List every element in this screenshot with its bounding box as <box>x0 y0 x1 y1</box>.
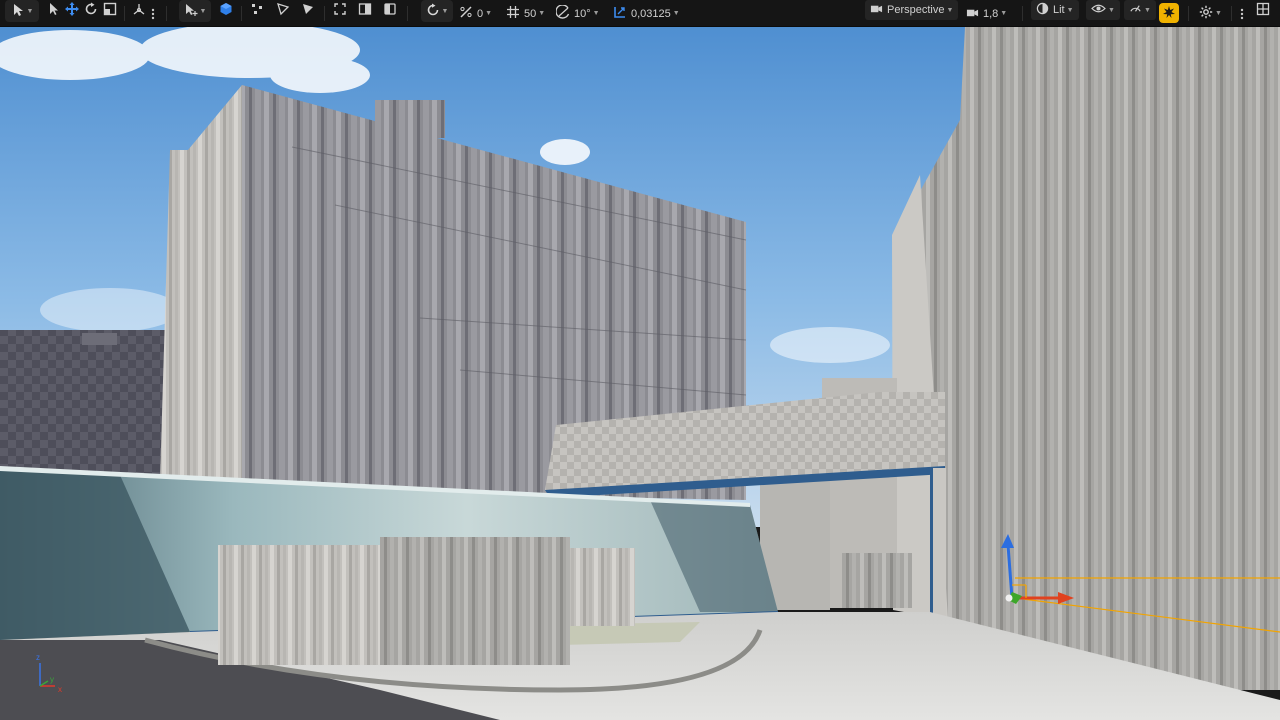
camera-speed-icon <box>966 6 979 22</box>
performance-dropdown[interactable]: ▼ <box>1124 0 1156 20</box>
select-faces-button[interactable] <box>299 0 317 20</box>
toolbar-divider <box>166 6 167 21</box>
eye-icon <box>1091 2 1106 18</box>
rotate-icon <box>84 2 98 19</box>
frame-button[interactable] <box>331 0 349 20</box>
lit-sphere-icon <box>1036 2 1049 18</box>
edge-select-icon <box>276 2 290 19</box>
chevron-down-icon: ▼ <box>672 10 680 17</box>
chevron-down-icon: ▼ <box>485 10 493 17</box>
grid-icon <box>506 5 520 22</box>
toolbar-divider <box>1231 6 1232 21</box>
more-options-icon[interactable] <box>148 0 158 27</box>
chevron-down-icon: ▼ <box>441 7 449 15</box>
face-select-icon <box>301 2 315 19</box>
roof-unit <box>375 100 445 138</box>
select-mode-dropdown[interactable]: ▼ <box>5 0 39 22</box>
half-fill-icon <box>383 2 397 19</box>
split-view-button[interactable] <box>356 0 374 20</box>
grid-snap-control[interactable]: 50 ▼ <box>506 0 545 27</box>
show-flags-dropdown[interactable]: ▼ <box>1086 0 1120 20</box>
rotation-snap-toggle[interactable]: ▼ <box>421 0 453 22</box>
viewport-toolbar: ▼ ▼ ▼ 0 ▼ 50 ▼ 10° ▼ 0,03125 ▼ Perspecti… <box>0 0 1280 27</box>
axis-widget-icon <box>132 2 146 19</box>
chevron-down-icon: ▼ <box>199 7 207 15</box>
lit-mode-label: Lit <box>1053 4 1065 16</box>
scale-snap-control[interactable]: 0,03125 ▼ <box>613 0 680 27</box>
level-viewport[interactable]: z x y <box>0 27 1280 720</box>
layout-button[interactable] <box>1254 0 1272 20</box>
select-tool-button[interactable] <box>44 0 62 20</box>
angle-snap-value: 10° <box>574 7 591 20</box>
surface-snap-value: 0 <box>477 7 484 20</box>
settings-dropdown[interactable]: ▼ <box>1199 0 1222 27</box>
chevron-down-icon: ▼ <box>1144 6 1151 14</box>
frame-corners-icon <box>333 2 347 19</box>
scale-icon <box>103 2 117 19</box>
gauge-icon <box>1129 2 1142 18</box>
cursor-icon <box>11 3 25 20</box>
translate-tool-button[interactable] <box>63 0 81 20</box>
panel-toggle-button[interactable] <box>381 0 399 20</box>
chevron-down-icon: ▼ <box>592 10 600 17</box>
camera-speed-value: 1,8 <box>983 7 999 20</box>
chevron-down-icon: ▼ <box>1108 6 1115 14</box>
rotation-snap-icon <box>426 3 440 20</box>
select-edges-button[interactable] <box>274 0 292 20</box>
angle-snap-control[interactable]: 10° ▼ <box>555 0 600 27</box>
toolbar-divider <box>324 6 325 21</box>
realtime-burst-icon <box>1162 5 1176 22</box>
camera-icon <box>870 2 883 18</box>
axis-x-label: x <box>58 685 62 694</box>
realtime-toggle-button[interactable] <box>1159 3 1179 23</box>
left-checker-building <box>0 330 170 480</box>
view-mode-label: Perspective <box>887 4 945 16</box>
move-arrows-icon <box>65 1 79 19</box>
scale-snap-value: 0,03125 <box>631 7 671 20</box>
right-tower <box>915 27 1280 690</box>
editor-window: ▼ ▼ ▼ 0 ▼ 50 ▼ 10° ▼ 0,03125 ▼ Perspecti… <box>0 0 1280 720</box>
scene-render: z x y <box>0 27 1280 720</box>
cube-icon <box>219 2 233 19</box>
rotate-tool-button[interactable] <box>82 0 100 20</box>
angle-icon <box>555 4 570 22</box>
axis-z-label: z <box>36 653 40 662</box>
scale-tool-button[interactable] <box>101 0 119 20</box>
camera-speed-control[interactable]: 1,8 ▼ <box>966 0 1007 27</box>
more-options-icon[interactable] <box>1237 0 1247 27</box>
gear-icon <box>1199 5 1213 22</box>
surface-snap-button[interactable] <box>217 0 235 20</box>
chevron-down-icon: ▼ <box>26 7 34 15</box>
chevron-down-icon: ▼ <box>1066 6 1074 14</box>
chevron-down-icon: ▼ <box>1215 10 1222 17</box>
arrow-pointer-icon <box>46 2 60 19</box>
toolbar-divider <box>1022 6 1023 21</box>
lit-mode-dropdown[interactable]: Lit ▼ <box>1031 0 1079 20</box>
axis-y-label: y <box>50 675 54 684</box>
split-panel-icon <box>358 2 372 19</box>
cursor-plus-icon <box>184 3 198 20</box>
viewport-layout-icon <box>1256 2 1270 19</box>
toolbar-divider <box>241 6 242 21</box>
vertex-select-icon <box>250 2 264 19</box>
placement-dropdown[interactable]: ▼ <box>179 0 211 22</box>
angle-slash-icon <box>459 5 473 22</box>
transform-space-button[interactable] <box>130 0 148 20</box>
toolbar-divider <box>124 6 125 21</box>
chevron-down-icon: ▼ <box>946 6 954 14</box>
chevron-down-icon: ▼ <box>538 10 546 17</box>
surface-snapping-control[interactable]: 0 ▼ <box>459 0 492 27</box>
perspective-dropdown[interactable]: Perspective ▼ <box>865 0 959 20</box>
toolbar-divider <box>1188 6 1189 21</box>
chevron-down-icon: ▼ <box>1000 10 1008 17</box>
toolbar-divider <box>407 6 408 21</box>
select-points-button[interactable] <box>248 0 266 20</box>
grid-snap-value: 50 <box>524 7 537 20</box>
scale-snap-icon <box>613 5 627 22</box>
